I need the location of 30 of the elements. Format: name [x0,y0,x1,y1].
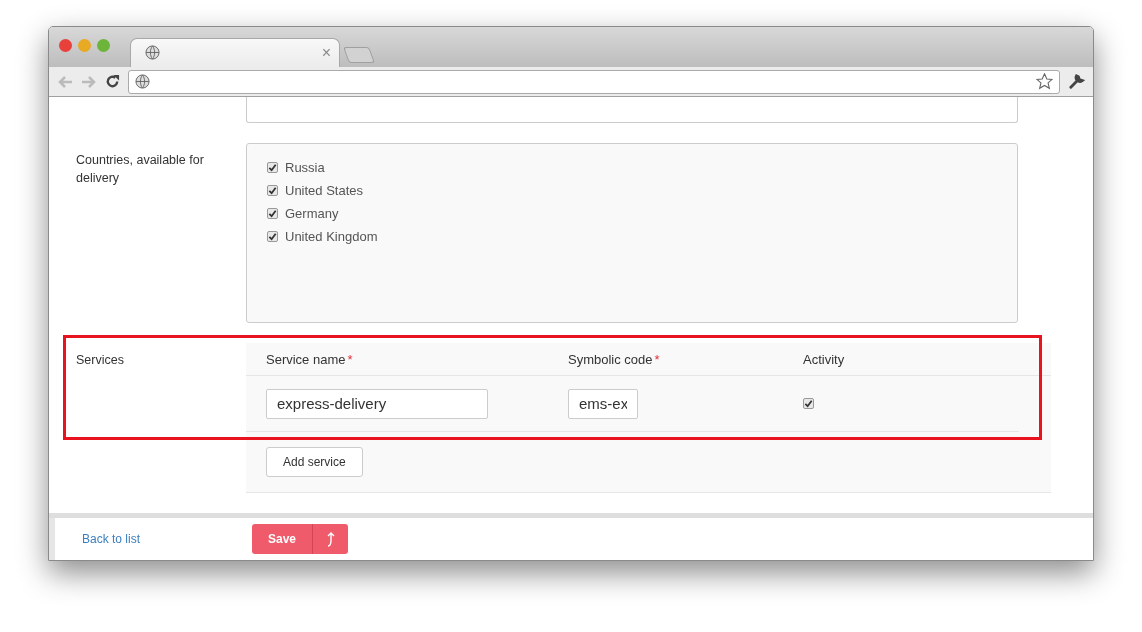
option-label: Germany [285,205,339,224]
globe-icon [145,45,160,61]
tab-close-button[interactable]: × [321,44,331,61]
save-button[interactable]: Save [252,524,312,555]
option-label: United Kingdom [285,228,378,247]
activity-checkbox[interactable] [803,398,814,410]
star-icon[interactable] [1036,73,1053,90]
field-label: Countries, available for delivery [76,152,205,188]
service-name-field[interactable]: express-delivery [266,388,488,419]
curved-arrow-icon [325,531,336,548]
required-mark: * [654,351,660,367]
save-options-button[interactable] [312,524,348,555]
column-header: Symbolic code [568,351,653,367]
back-to-list-link[interactable]: Back to list [82,530,252,549]
browser-tab[interactable]: × [130,37,340,67]
option-label: Russia [285,159,325,178]
globe-icon [135,74,150,89]
checkbox[interactable] [267,185,278,197]
field-label: Services [76,353,124,368]
close-window-icon[interactable] [59,39,72,53]
add-service-button[interactable]: Add service [266,447,363,478]
required-mark: * [347,351,353,367]
checkbox[interactable] [267,208,278,220]
checkbox[interactable] [267,231,278,243]
reload-icon[interactable] [105,74,120,89]
checkbox[interactable] [267,162,278,174]
column-header: Activity [803,351,845,367]
column-header: Service name [266,351,346,367]
wrench-icon[interactable] [1068,73,1085,90]
option-label: United States [285,182,364,201]
